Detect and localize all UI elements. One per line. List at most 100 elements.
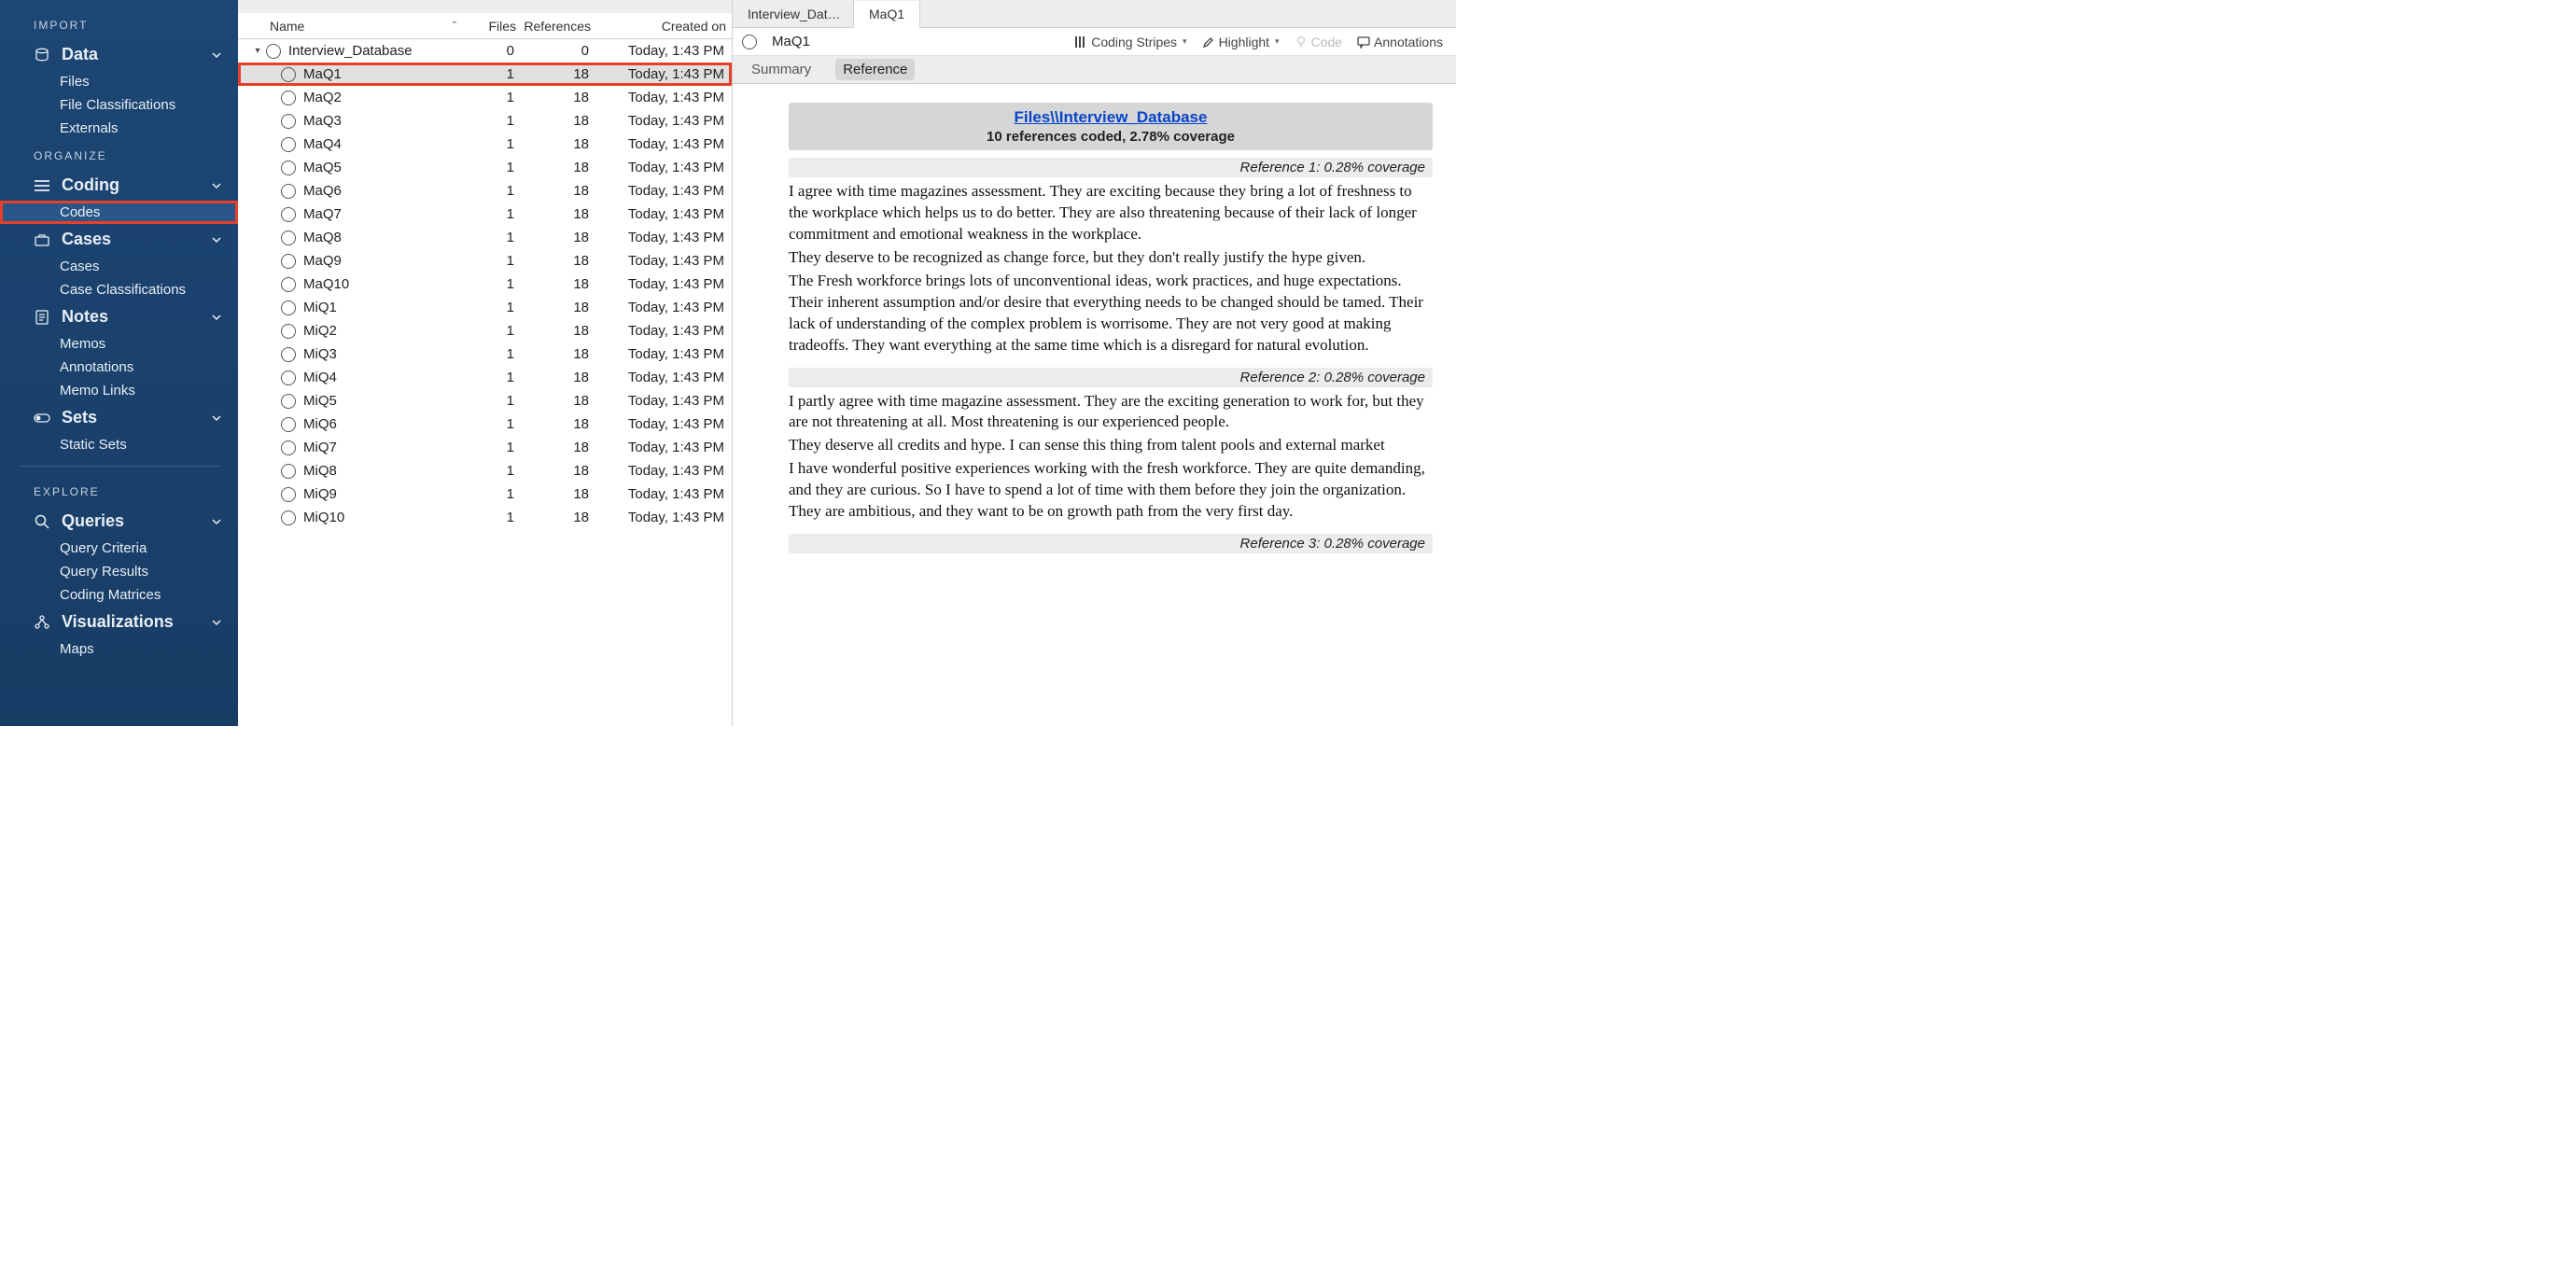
sidebar-item-memo-links[interactable]: Memo Links [0, 379, 238, 402]
sidebar-group-cases[interactable]: Cases [0, 224, 238, 255]
code-node-icon [281, 207, 296, 222]
sidebar-item-cases[interactable]: Cases [0, 255, 238, 278]
code-row-refs: 18 [520, 416, 595, 432]
subtab-summary[interactable]: Summary [744, 59, 819, 80]
highlight-button[interactable]: Highlight ▾ [1198, 35, 1283, 49]
code-row-refs: 18 [520, 230, 595, 245]
sidebar-group-sets[interactable]: Sets [0, 402, 238, 433]
code-row[interactable]: MiQ6118Today, 1:43 PM [238, 412, 732, 436]
code-row-created: Today, 1:43 PM [595, 136, 730, 152]
col-header-references[interactable]: References [522, 19, 596, 34]
code-row-name: MiQ6 [303, 416, 337, 432]
sidebar-item-query-criteria[interactable]: Query Criteria [0, 537, 238, 560]
code-row-name: MiQ7 [303, 440, 337, 455]
col-header-files[interactable]: Files [468, 19, 522, 34]
reference-paragraph: I have wonderful positive experiences wo… [789, 458, 1433, 523]
sidebar-group-data[interactable]: Data [0, 39, 238, 70]
code-row[interactable]: MaQ8118Today, 1:43 PM [238, 226, 732, 249]
sidebar-item-maps[interactable]: Maps [0, 637, 238, 661]
code-row-files: 1 [466, 66, 520, 82]
code-row-files: 1 [466, 90, 520, 105]
sidebar-group-coding[interactable]: Coding [0, 170, 238, 201]
code-row[interactable]: MiQ10118Today, 1:43 PM [238, 506, 732, 529]
codes-list-panel: Name ⌃ Files References Created on ▾ Int… [238, 0, 733, 726]
sidebar-group-visualizations[interactable]: Visualizations [0, 607, 238, 637]
sidebar-item-codes[interactable]: Codes [0, 201, 238, 224]
code-row-parent[interactable]: ▾ Interview_Database 0 0 Today, 1:43 PM [238, 39, 732, 63]
document-tab[interactable]: Interview_Dat… [733, 0, 854, 27]
sidebar-item-annotations[interactable]: Annotations [0, 356, 238, 379]
code-row[interactable]: MaQ10118Today, 1:43 PM [238, 273, 732, 296]
code-row-created: Today, 1:43 PM [595, 346, 730, 362]
chevron-down-icon [212, 517, 221, 526]
reference-body: I partly agree with time magazine assess… [789, 391, 1433, 524]
search-icon [34, 514, 50, 529]
code-row[interactable]: MiQ2118Today, 1:43 PM [238, 319, 732, 342]
sidebar-group-queries[interactable]: Queries [0, 506, 238, 537]
code-row-refs: 18 [520, 276, 595, 292]
code-node-icon [281, 394, 296, 409]
list-body: ▾ Interview_Database 0 0 Today, 1:43 PM … [238, 39, 732, 726]
code-row[interactable]: MaQ2118Today, 1:43 PM [238, 86, 732, 109]
sidebar-item-case-classifications[interactable]: Case Classifications [0, 278, 238, 301]
coding-stripes-button[interactable]: Coding Stripes ▾ [1071, 35, 1190, 49]
sidebar-group-cases-label: Cases [62, 230, 111, 249]
code-button[interactable]: Code [1291, 35, 1346, 49]
code-row-files: 1 [466, 300, 520, 315]
code-row[interactable]: MiQ9118Today, 1:43 PM [238, 482, 732, 506]
document-tab[interactable]: MaQ1 [854, 1, 920, 28]
code-row-files: 1 [466, 323, 520, 339]
code-row[interactable]: MaQ7118Today, 1:43 PM [238, 203, 732, 226]
col-header-created[interactable]: Created on [596, 19, 732, 34]
reference-scroll[interactable]: Files\\Interview_Database 10 references … [733, 84, 1456, 726]
code-node-icon [266, 44, 281, 59]
sidebar-item-static-sets[interactable]: Static Sets [0, 433, 238, 456]
reference-bar: Reference 2: 0.28% coverage [789, 368, 1433, 387]
code-row[interactable]: MaQ1118Today, 1:43 PM [238, 63, 732, 86]
code-row[interactable]: MaQ4118Today, 1:43 PM [238, 133, 732, 156]
sidebar-group-notes[interactable]: Notes [0, 301, 238, 332]
expand-toggle-icon[interactable]: ▾ [249, 46, 266, 56]
note-icon [34, 310, 50, 325]
code-row[interactable]: MiQ7118Today, 1:43 PM [238, 436, 732, 459]
code-row[interactable]: MaQ6118Today, 1:43 PM [238, 179, 732, 203]
annotations-button[interactable]: Annotations [1353, 35, 1447, 49]
col-header-name[interactable]: Name ⌃ [238, 19, 468, 34]
code-row-files: 1 [466, 136, 520, 152]
code-row-refs: 18 [520, 66, 595, 82]
code-row[interactable]: MaQ5118Today, 1:43 PM [238, 156, 732, 179]
sidebar-item-query-results[interactable]: Query Results [0, 560, 238, 583]
code-row[interactable]: MiQ1118Today, 1:43 PM [238, 296, 732, 319]
code-row[interactable]: MaQ3118Today, 1:43 PM [238, 109, 732, 133]
code-row-created: Today, 1:43 PM [595, 160, 730, 175]
code-node-icon [742, 35, 757, 49]
code-row-files: 1 [466, 486, 520, 502]
code-row-name: MiQ1 [303, 300, 337, 315]
sidebar-item-file-classifications[interactable]: File Classifications [0, 93, 238, 117]
caret-down-icon: ▾ [1183, 36, 1187, 47]
sidebar-item-coding-matrices[interactable]: Coding Matrices [0, 583, 238, 607]
code-row-name: MaQ2 [303, 90, 342, 105]
sidebar-group-notes-label: Notes [62, 307, 108, 327]
caret-down-icon: ▾ [1275, 36, 1280, 47]
highlight-label: Highlight [1219, 35, 1269, 49]
code-row-created: Today, 1:43 PM [595, 206, 730, 222]
sidebar-item-files[interactable]: Files [0, 70, 238, 93]
sidebar-item-externals[interactable]: Externals [0, 117, 238, 140]
code-row-refs: 18 [520, 323, 595, 339]
code-row[interactable]: MiQ3118Today, 1:43 PM [238, 342, 732, 366]
code-row-files: 1 [466, 463, 520, 479]
code-row[interactable]: MaQ9118Today, 1:43 PM [238, 249, 732, 273]
subtab-reference[interactable]: Reference [835, 59, 915, 80]
code-row[interactable]: MiQ4118Today, 1:43 PM [238, 366, 732, 389]
code-row-files: 1 [466, 230, 520, 245]
reference-bar: Reference 1: 0.28% coverage [789, 158, 1433, 177]
code-row-name: MaQ9 [303, 253, 342, 269]
code-node-icon [281, 137, 296, 152]
code-row[interactable]: MiQ5118Today, 1:43 PM [238, 389, 732, 412]
sidebar-item-memos[interactable]: Memos [0, 332, 238, 356]
code-row-files: 1 [466, 160, 520, 175]
reference-source-link[interactable]: Files\\Interview_Database [1015, 108, 1208, 126]
code-row[interactable]: MiQ8118Today, 1:43 PM [238, 459, 732, 482]
code-row-created: Today, 1:43 PM [595, 183, 730, 199]
